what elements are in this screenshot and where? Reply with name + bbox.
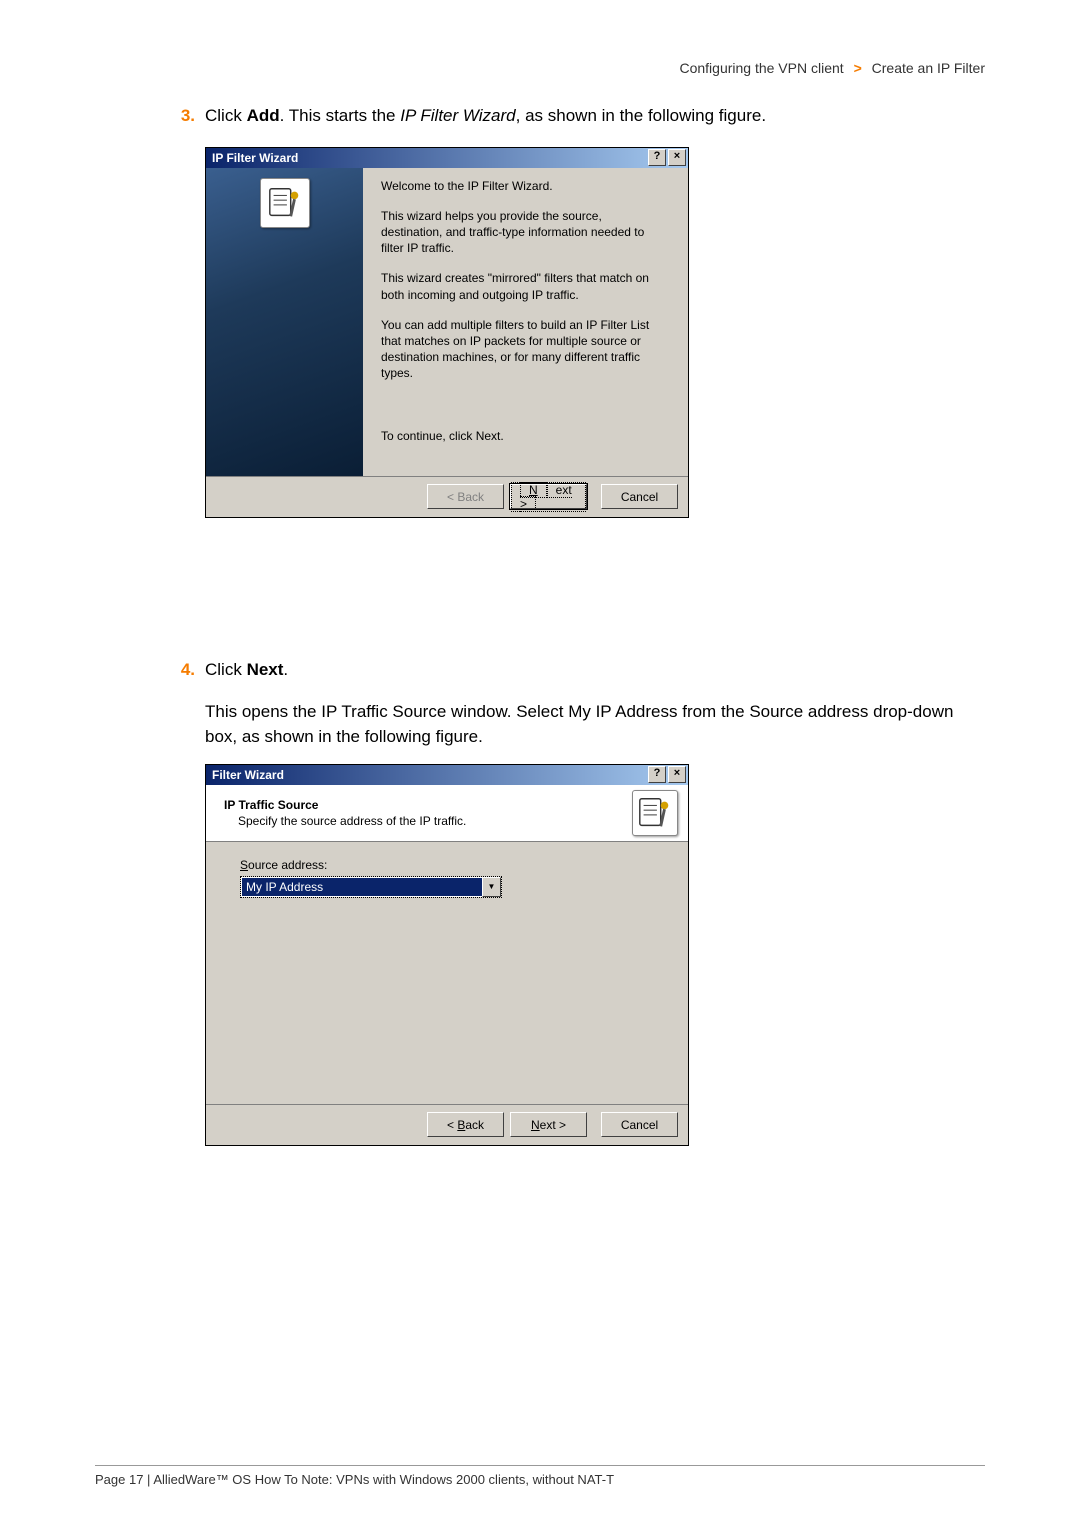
help-icon[interactable]: ? [648, 766, 666, 783]
dialog2-header: IP Traffic Source Specify the source add… [206, 785, 688, 842]
wizard-icon [632, 790, 678, 836]
wizard-icon [260, 178, 310, 228]
step-4-description: This opens the IP Traffic Source window.… [205, 700, 985, 749]
step-3-text: Click Add. This starts the IP Filter Wiz… [205, 104, 985, 129]
dialog2-head-sub: Specify the source address of the IP tra… [238, 814, 632, 828]
cancel-button[interactable]: Cancel [601, 484, 678, 509]
close-icon[interactable]: × [668, 149, 686, 166]
help-icon[interactable]: ? [648, 149, 666, 166]
dialog1-footer: < Back Next > Cancel [206, 476, 688, 517]
dialog1-titlebar: IP Filter Wizard ? × [206, 148, 688, 168]
next-button[interactable]: Next > [510, 1112, 587, 1137]
wizard-continue: To continue, click Next. [381, 428, 666, 444]
page-footer: Page 17 | AlliedWare™ OS How To Note: VP… [95, 1465, 985, 1487]
dialog2-title: Filter Wizard [212, 768, 646, 782]
wizard-sidebar-image [206, 168, 363, 476]
ip-filter-wizard-dialog: IP Filter Wizard ? × Welcome to [205, 147, 689, 518]
wizard-welcome: Welcome to the IP Filter Wizard. [381, 178, 666, 194]
next-button[interactable]: Next > [510, 484, 587, 509]
step-4-text: Click Next. [205, 658, 985, 683]
breadcrumb-section: Configuring the VPN client [679, 60, 843, 76]
source-address-label: Source address: [240, 858, 654, 872]
close-icon[interactable]: × [668, 766, 686, 783]
cancel-button[interactable]: Cancel [601, 1112, 678, 1137]
dialog2-footer: < Back Next > Cancel [206, 1104, 688, 1145]
step-3-number: 3. [175, 104, 195, 129]
breadcrumb-page: Create an IP Filter [872, 60, 985, 76]
step-4-number: 4. [175, 658, 195, 683]
step-3: 3. Click Add. This starts the IP Filter … [175, 104, 985, 129]
dialog2-titlebar: Filter Wizard ? × [206, 765, 688, 785]
wizard-p4: You can add multiple filters to build an… [381, 317, 666, 382]
wizard-p2: This wizard helps you provide the source… [381, 208, 666, 257]
source-address-dropdown[interactable]: My IP Address ▼ [240, 876, 502, 898]
chevron-down-icon[interactable]: ▼ [482, 877, 501, 897]
filter-wizard-dialog: Filter Wizard ? × IP Traffic Source Spec… [205, 764, 689, 1146]
back-button: < Back [427, 484, 504, 509]
back-button[interactable]: < Back [427, 1112, 504, 1137]
breadcrumb: Configuring the VPN client > Create an I… [95, 60, 985, 76]
dialog2-head-title: IP Traffic Source [224, 798, 632, 812]
dialog2-body: Source address: My IP Address ▼ [206, 842, 688, 1104]
source-address-value: My IP Address [241, 877, 482, 897]
dialog1-title: IP Filter Wizard [212, 151, 646, 165]
breadcrumb-arrow: > [854, 60, 862, 76]
wizard-content: Welcome to the IP Filter Wizard. This wi… [363, 168, 688, 476]
step-4: 4. Click Next. [175, 658, 985, 683]
wizard-p3: This wizard creates "mirrored" filters t… [381, 270, 666, 302]
